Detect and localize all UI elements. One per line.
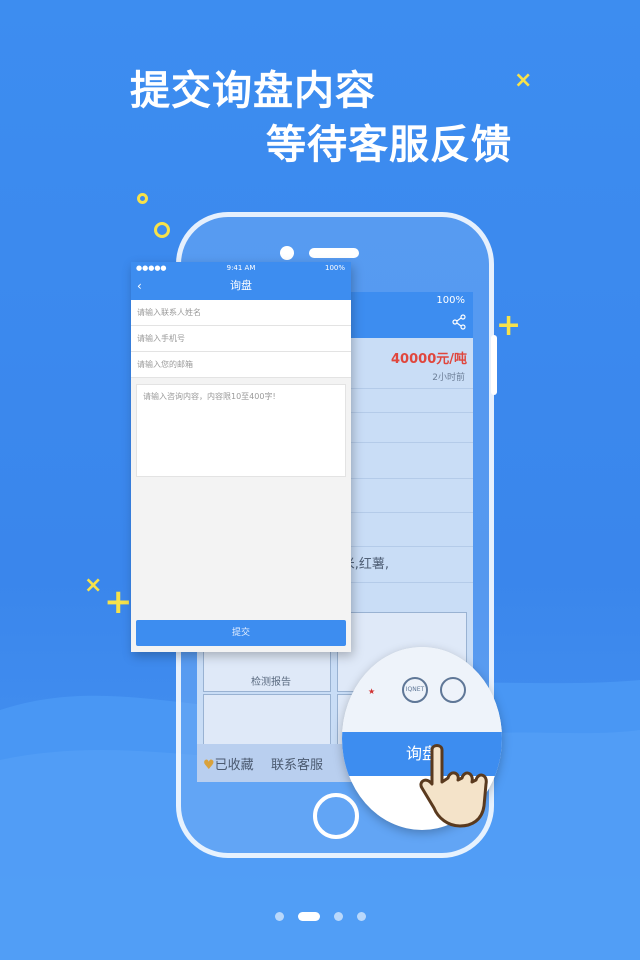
form-status-bar: ●●●●● 9:41 AM 100% (131, 262, 351, 274)
phone-side-button (491, 335, 497, 395)
decor-plus-left: + (104, 582, 133, 622)
favorite-label: 已收藏 (214, 758, 254, 773)
form-title: 询盘 (230, 279, 252, 292)
phone-home-button (313, 793, 359, 839)
magnified-certificates: ★ IQNET (342, 647, 502, 732)
page-dot[interactable] (274, 912, 284, 921)
headline-line1: 提交询盘内容 (130, 68, 376, 114)
headline-line2: 等待客服反馈 (266, 122, 512, 168)
content-textarea[interactable]: 请输入咨询内容，内容限10至400字! (136, 384, 346, 477)
phone-field[interactable]: 请输入手机号 (131, 326, 351, 352)
heart-icon: ♥ (203, 758, 215, 773)
submit-button[interactable]: 提交 (136, 620, 346, 646)
share-icon[interactable] (451, 314, 467, 334)
certificate-thumbnail[interactable] (203, 694, 331, 746)
bg-time-ago: 2小时前 (432, 373, 465, 383)
status-battery: 100% (324, 264, 345, 272)
phone-camera (280, 246, 294, 260)
back-arrow-icon[interactable]: ‹ (137, 274, 142, 298)
page-dot-active[interactable] (297, 912, 320, 921)
form-navbar: ‹ 询盘 (131, 274, 351, 300)
certificate-label: 检测报告 (251, 677, 291, 688)
cert-logo-red: ★ (368, 687, 376, 696)
hand-pointer-icon (419, 744, 488, 828)
decor-cross-left: × (84, 573, 103, 598)
page-dot[interactable] (356, 912, 366, 921)
contact-service-button[interactable]: 联系客服 (271, 754, 323, 773)
name-field[interactable]: 请输入联系人姓名 (131, 300, 351, 326)
email-field[interactable]: 请输入您的邮箱 (131, 352, 351, 378)
inquiry-form-screen: ●●●●● 9:41 AM 100% ‹ 询盘 请输入联系人姓名 请输入手机号 … (131, 262, 351, 652)
decor-ring-large (154, 222, 170, 238)
page-indicator (0, 906, 640, 925)
favorite-button[interactable]: ♥已收藏 (203, 754, 254, 773)
decor-ring-small (137, 193, 148, 204)
decor-plus-right: + (496, 308, 522, 343)
page-dot[interactable] (333, 912, 343, 921)
phone-speaker (309, 248, 359, 258)
decor-cross-top-right: × (514, 68, 533, 93)
status-time: 9:41 AM (226, 264, 256, 272)
bg-price: 40000元/吨 (391, 352, 467, 367)
cert-logo-cqc (440, 677, 466, 703)
cert-logo-iqnet: IQNET (402, 677, 428, 703)
